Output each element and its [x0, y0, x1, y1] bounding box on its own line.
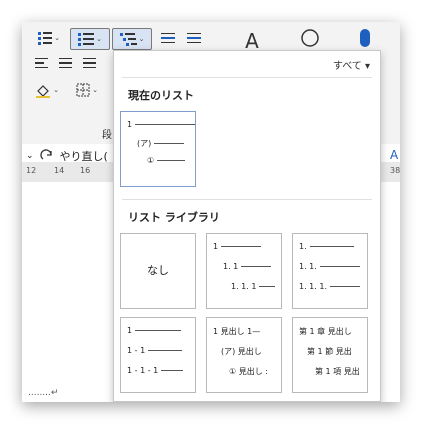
list-level-row: 1: [127, 120, 196, 129]
list-level-row: 1 見出し 1—: [213, 326, 260, 337]
list-level-row: 1.: [299, 242, 354, 251]
chevron-down-icon: ⌄: [138, 35, 145, 43]
chevron-down-icon: ⌄: [92, 86, 98, 94]
shading-button[interactable]: ⌄: [32, 80, 62, 100]
current-list-title: 現在のリスト: [128, 89, 194, 102]
list-level-label: 1.: [299, 242, 307, 251]
paragraph-group-label: 段: [102, 130, 112, 141]
library-tile-none[interactable]: なし: [120, 233, 196, 309]
list-level-line: [135, 330, 182, 331]
list-level-line: [319, 266, 360, 267]
list-level-label: 1. 1.: [299, 262, 317, 271]
align-left-button[interactable]: [32, 54, 50, 72]
list-level-label: 1 - 1: [127, 346, 146, 355]
list-level-line: [241, 266, 272, 267]
bullets-button[interactable]: ⌄: [32, 28, 66, 48]
list-level-label: 第 1 節 見出: [307, 347, 352, 356]
list-level-label: ① 見出し :: [229, 367, 268, 376]
align-right-icon: [82, 57, 96, 69]
chevron-down-icon: ⌄: [26, 151, 34, 161]
list-level-row: 1 - 1: [127, 346, 183, 355]
list-level-line: [161, 370, 184, 371]
chevron-down-icon: ⌄: [54, 34, 60, 42]
library-tile[interactable]: 1 1. 1 1. 1. 1: [206, 233, 282, 309]
list-level-row: ①: [147, 156, 186, 165]
divider: [122, 77, 372, 78]
align-center-button[interactable]: [56, 54, 74, 72]
list-level-line: [157, 160, 186, 161]
list-level-label: 1: [127, 120, 133, 129]
list-level-row: 1. 1. 1: [231, 282, 276, 291]
list-level-row: 1 - 1 - 1: [127, 366, 184, 375]
ruler-tick: 38: [390, 166, 400, 175]
increase-indent-icon: [187, 32, 201, 44]
list-level-label: 1. 1. 1: [231, 282, 257, 291]
list-level-label: 1: [213, 242, 219, 251]
search-icon: [301, 29, 319, 47]
list-level-row: 1: [213, 242, 262, 251]
multilevel-list-gallery: すべて ▾ 現在のリスト 1 (ア) ① リスト ライブラリ なし 1 1. 1 1. …: [113, 50, 381, 402]
list-level-label: 1. 1: [223, 262, 239, 271]
list-library-title: リスト ライブラリ: [128, 211, 220, 224]
list-level-line: [148, 350, 183, 351]
multilevel-list-icon: [119, 32, 137, 46]
chevron-down-icon: ⌄: [53, 86, 59, 94]
list-level-label: (ア) 見出し: [221, 347, 262, 356]
align-right-button[interactable]: [80, 54, 98, 72]
list-level-row: 1. 1: [223, 262, 272, 271]
list-level-row: 第 1 節 見出: [307, 346, 352, 357]
current-list-tile[interactable]: 1 (ア) ①: [120, 111, 196, 187]
list-level-row: (ア): [137, 138, 185, 149]
decrease-indent-button[interactable]: [158, 28, 178, 48]
ruler-tick: 12: [26, 166, 37, 175]
bullet-list-icon: [38, 31, 53, 45]
none-label: なし: [147, 264, 169, 277]
multilevel-list-button[interactable]: ⌄: [112, 28, 152, 50]
decrease-indent-icon: [161, 32, 175, 44]
numbering-button[interactable]: ⌄: [70, 28, 110, 50]
list-level-label: 1. 1. 1.: [299, 282, 327, 291]
numbered-list-icon: [78, 32, 95, 46]
list-level-label: 1 見出し 1—: [213, 327, 261, 336]
list-level-line: [259, 286, 276, 287]
chevron-down-icon: ⌄: [96, 35, 102, 43]
list-level-row: 1. 1.: [299, 262, 360, 271]
list-level-row: (ア) 見出し: [221, 346, 262, 357]
redo-icon: [39, 149, 52, 160]
list-level-line: [329, 286, 360, 287]
library-tile[interactable]: 第 1 章 見出し第 1 節 見出第 1 項 見出: [292, 317, 368, 393]
search-button[interactable]: [298, 26, 324, 52]
paragraph-mark-icon: ........↵: [28, 388, 59, 398]
borders-button[interactable]: ⌄: [72, 80, 102, 100]
styles-pane-icon[interactable]: A: [390, 148, 398, 162]
list-level-line: [309, 246, 354, 247]
word-window: ⌄ ⌄ ⌄ A ⌄ ⌄ 段 ⌄ やり直し(A 12 14 16 38 ....…: [22, 22, 400, 402]
list-level-line: [135, 124, 196, 125]
library-tile[interactable]: 1. 1. 1. 1. 1. 1.: [292, 233, 368, 309]
borders-icon: [76, 83, 90, 97]
align-center-icon: [58, 57, 72, 69]
list-level-row: 第 1 章 見出し: [299, 326, 352, 337]
increase-indent-button[interactable]: [184, 28, 204, 48]
ruler-tick: 16: [80, 166, 91, 175]
list-level-label: 1 - 1 - 1: [127, 366, 159, 375]
list-level-row: 1. 1. 1.: [299, 282, 360, 291]
divider: [122, 199, 372, 200]
list-level-label: ①: [147, 156, 155, 165]
list-level-label: (ア): [137, 139, 152, 148]
list-level-row: 1: [127, 326, 182, 335]
library-tile[interactable]: 1 見出し 1— (ア) 見出し ① 見出し :: [206, 317, 282, 393]
align-left-icon: [34, 57, 48, 69]
ruler-tick: 14: [54, 166, 65, 175]
list-level-label: 第 1 章 見出し: [299, 327, 352, 336]
list-level-line: [154, 143, 185, 144]
list-level-row: ① 見出し :: [229, 366, 268, 377]
list-level-label: 第 1 項 見出: [315, 367, 360, 376]
filter-dropdown[interactable]: すべて ▾: [333, 57, 370, 72]
list-level-line: [221, 246, 262, 247]
list-level-row: 第 1 項 見出: [315, 366, 360, 377]
paint-bucket-icon: [36, 85, 51, 98]
library-tile[interactable]: 1 1 - 1 1 - 1 - 1: [120, 317, 196, 393]
list-level-label: 1: [127, 326, 133, 335]
